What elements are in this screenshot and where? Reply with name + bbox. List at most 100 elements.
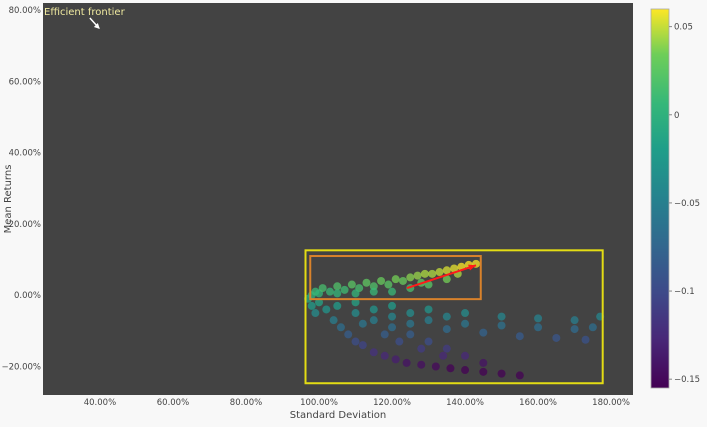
x-tick-label: 140.00% (446, 398, 484, 408)
data-point (380, 330, 389, 339)
data-point (344, 330, 353, 339)
x-tick-label: 160.00% (519, 398, 557, 408)
y-tick-label: 0.00% (14, 291, 41, 301)
y-tick-label: 40.00% (9, 149, 41, 159)
data-point (333, 301, 342, 310)
x-axis-title: Standard Deviation (290, 410, 387, 421)
data-point (442, 344, 451, 353)
data-point (570, 316, 579, 325)
colorbar-ticks: 0.05 0 −0.05 −0.1 −0.15 (669, 23, 700, 385)
y-tick-label: 80.00% (9, 6, 41, 16)
y-tick-label: 60.00% (9, 77, 41, 87)
y-axis-title: Mean Returns (3, 165, 14, 234)
colorbar-tick-label: −0.15 (674, 375, 700, 385)
colorbar-tick-label: 0.05 (674, 23, 693, 33)
data-point (351, 289, 360, 298)
data-point (431, 362, 440, 371)
data-point (461, 351, 470, 360)
data-point (515, 332, 524, 341)
data-point (402, 358, 411, 367)
data-point (497, 369, 506, 378)
data-point (406, 319, 415, 328)
data-point (398, 276, 407, 285)
data-point (388, 312, 397, 321)
y-tick-label: −20.00% (1, 362, 41, 372)
scatter-chart: 40.00% 60.00% 80.00% 100.00% 120.00% 140.00% 1… (1, 3, 700, 421)
x-tick-label: 120.00% (373, 398, 411, 408)
data-point (424, 305, 433, 314)
x-axis: 40.00% 60.00% 80.00% 100.00% 120.00% 140.00% 1… (84, 398, 630, 408)
data-point (380, 351, 389, 360)
data-point (358, 341, 367, 350)
data-point (534, 314, 543, 323)
data-point (552, 333, 561, 342)
data-point (461, 366, 470, 375)
data-point (333, 282, 342, 291)
data-point (369, 287, 378, 296)
data-point (325, 287, 334, 296)
data-point (479, 328, 488, 337)
data-point (446, 364, 455, 373)
data-point (588, 323, 597, 332)
data-point (384, 280, 393, 289)
data-point (534, 323, 543, 332)
data-point (333, 289, 342, 298)
data-point (406, 330, 415, 339)
colorbar-tick-label: 0 (674, 111, 679, 121)
plot-background (43, 3, 633, 395)
data-point (311, 309, 320, 318)
data-point (358, 319, 367, 328)
x-tick-label: 180.00% (592, 398, 630, 408)
data-point (435, 268, 444, 277)
data-point (479, 367, 488, 376)
data-point (413, 271, 422, 280)
data-point (420, 269, 429, 278)
data-point (318, 284, 327, 293)
data-point (497, 312, 506, 321)
data-point (439, 351, 448, 360)
data-point (347, 280, 356, 289)
data-point (369, 305, 378, 314)
x-tick-label: 60.00% (157, 398, 189, 408)
data-point (351, 337, 360, 346)
data-point (362, 278, 371, 287)
colorbar (650, 8, 670, 389)
data-point (417, 360, 426, 369)
data-point (391, 355, 400, 364)
colorbar-tick-label: −0.05 (674, 199, 700, 209)
data-point (391, 275, 400, 284)
x-tick-label: 40.00% (84, 398, 116, 408)
data-point (479, 358, 488, 367)
data-point (424, 316, 433, 325)
data-point (461, 319, 470, 328)
data-point (424, 337, 433, 346)
data-point (417, 344, 426, 353)
data-point (406, 309, 415, 318)
x-tick-label: 80.00% (230, 398, 262, 408)
data-point (388, 301, 397, 310)
data-point (442, 325, 451, 334)
annotation-text: Efficient frontier (44, 7, 126, 18)
colorbar-tick-label: −0.1 (674, 287, 695, 297)
data-point (307, 301, 316, 310)
data-point (340, 285, 349, 294)
data-point (570, 325, 579, 334)
data-point (497, 321, 506, 330)
data-point (406, 273, 415, 282)
data-point (428, 269, 437, 278)
data-point (388, 287, 397, 296)
data-point (369, 348, 378, 357)
data-point (388, 323, 397, 332)
data-point (461, 309, 470, 318)
data-point (351, 309, 360, 318)
x-tick-label: 100.00% (300, 398, 338, 408)
data-point (336, 323, 345, 332)
data-point (395, 337, 404, 346)
data-point (581, 335, 590, 344)
data-point (515, 371, 524, 380)
data-point (377, 276, 386, 285)
data-point (369, 316, 378, 325)
data-point (329, 316, 338, 325)
data-point (322, 305, 331, 314)
data-point (442, 312, 451, 321)
